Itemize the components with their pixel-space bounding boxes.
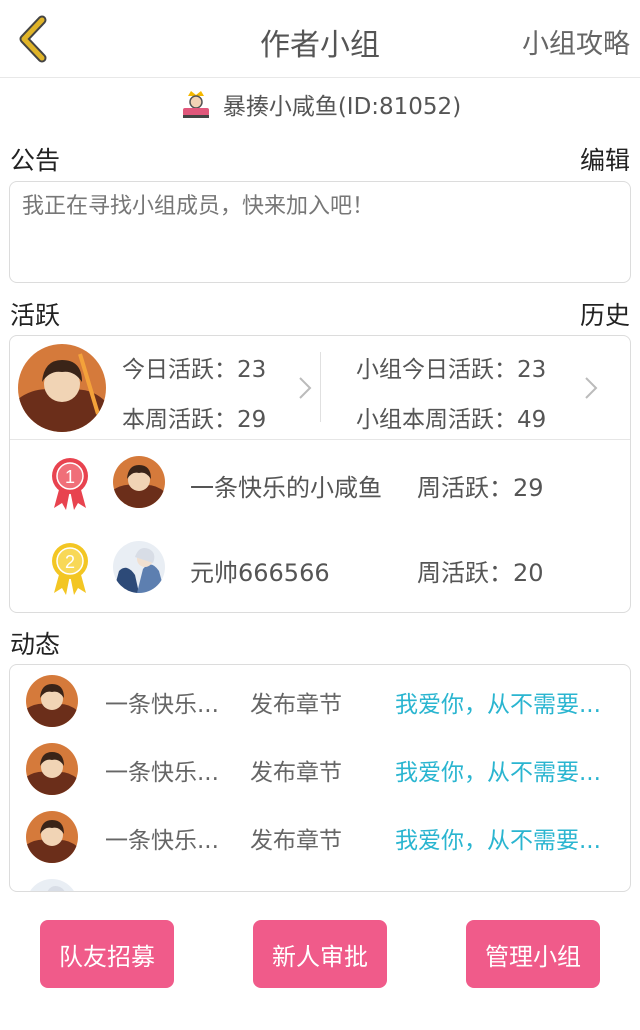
feed-item[interactable]: 一条快乐... 发布章节 我爱你，从不需要... [10,735,630,803]
rank-2-medal-icon: 2 [52,543,88,595]
user-avatar [113,456,165,508]
group-owner: 暴揍小咸鱼(ID:81052) [0,84,640,124]
member-name: 一条快乐的小咸鱼 [190,474,382,502]
rank-row-1[interactable]: 1 一条快乐的小咸鱼 周活跃：29 [10,448,630,518]
user-avatar [18,344,106,432]
approve-newcomers-button[interactable]: 新人审批 [253,920,387,988]
feed-user-name: 一条快乐... [105,692,219,718]
top-bar: 作者小组 小组攻略 [0,0,640,78]
week-activity: 本周活跃：29 [122,407,267,433]
feed-action: 发布章节 [250,692,342,718]
feed-label: 动态 [10,630,61,659]
owner-name-id: 暴揍小咸鱼(ID:81052) [222,94,462,120]
feed-action: 发布章节 [250,760,342,786]
feed-user-name: 一条快乐... [105,760,219,786]
member-week-activity: 周活跃：29 [417,474,544,502]
user-avatar [26,811,78,863]
activity-box: 今日活跃：23 本周活跃：29 小组今日活跃：23 小组本周活跃：49 1 一条… [9,335,631,613]
rank-number: 2 [65,552,75,572]
feed-chapter-link[interactable]: 我爱你，从不需要... [395,821,601,855]
group-guide-link[interactable]: 小组攻略 [522,22,630,61]
chevron-right-icon[interactable] [584,376,598,400]
notice-label: 公告 [10,146,61,175]
feed-user-name: 一条快乐... [105,828,219,854]
notice-text: 我正在寻找小组成员，快来加入吧！ [22,194,375,219]
user-avatar [26,675,78,727]
activity-label: 活跃 [10,301,61,330]
feed-item[interactable]: 一条快乐... 发布章节 我爱你，从不需要... [10,667,630,735]
activity-summary: 今日活跃：23 本周活跃：29 小组今日活跃：23 小组本周活跃：49 [10,336,630,440]
rank-number: 1 [65,467,75,487]
user-avatar [26,879,78,891]
group-week-activity: 小组本周活跃：49 [356,407,547,433]
recruit-teammates-button[interactable]: 队友招募 [40,920,174,988]
today-activity: 今日活跃：23 [122,357,267,383]
feed-item[interactable]: 一条快乐... 发布章节 我爱你，从不需要... [10,803,630,871]
history-button[interactable]: 历史 [580,296,630,332]
feed-box: 一条快乐... 发布章节 我爱你，从不需要... 一条快乐... 发布章节 我爱… [9,664,631,892]
feed-chapter-link[interactable]: 我爱你，从不需要... [395,685,601,719]
rank-1-medal-icon: 1 [52,458,88,510]
feed-action: 发布章节 [250,828,342,854]
user-avatar [26,743,78,795]
feed-item-partial[interactable] [10,871,630,891]
feed-chapter-link[interactable]: 我爱你，从不需要... [395,753,601,787]
divider [320,352,321,422]
rank-row-2[interactable]: 2 元帅666566 周活跃：20 [10,533,630,603]
edit-notice-button[interactable]: 编辑 [580,141,630,177]
user-avatar [113,541,165,593]
owner-crown-icon [182,91,209,118]
member-week-activity: 周活跃：20 [417,559,544,587]
member-name: 元帅666566 [190,559,330,587]
chevron-right-icon[interactable] [298,376,312,400]
group-today-activity: 小组今日活跃：23 [356,357,547,383]
manage-group-button[interactable]: 管理小组 [466,920,600,988]
notice-box: 我正在寻找小组成员，快来加入吧！ [9,181,631,283]
